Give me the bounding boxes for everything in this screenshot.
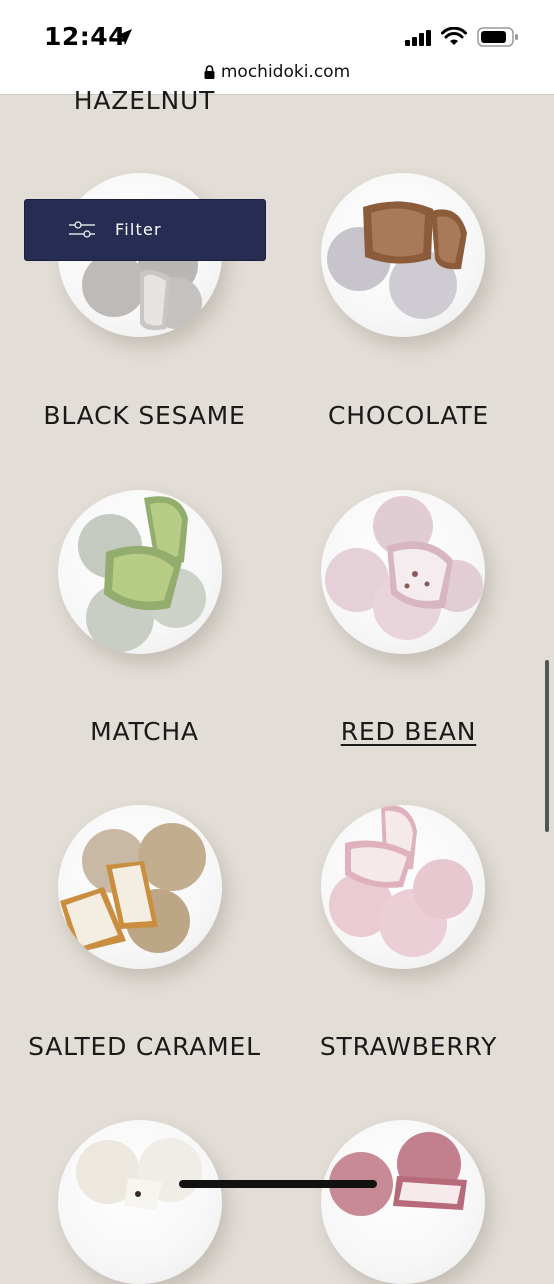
product-image-matcha[interactable] xyxy=(58,490,222,654)
product-name-red-bean[interactable]: RED BEAN xyxy=(270,717,547,746)
page-scrollbar[interactable] xyxy=(545,660,549,832)
product-name-black-sesame[interactable]: BLACK SESAME xyxy=(6,401,283,430)
filter-sliders-icon xyxy=(69,221,95,238)
product-image-salted-caramel[interactable] xyxy=(58,805,222,969)
product-image-partial-right[interactable] xyxy=(321,1120,485,1284)
product-name-hazelnut[interactable]: HAZELNUT xyxy=(6,86,283,115)
browser-top-bar: 12:44 mochidoki.com xyxy=(0,0,554,95)
product-name-chocolate[interactable]: CHOCOLATE xyxy=(270,401,547,430)
product-name-salted-caramel[interactable]: SALTED CARAMEL xyxy=(6,1032,283,1061)
filter-button[interactable]: Filter xyxy=(24,199,266,261)
product-image-red-bean[interactable] xyxy=(321,490,485,654)
battery-icon xyxy=(477,27,518,47)
product-image-strawberry[interactable] xyxy=(321,805,485,969)
filter-button-label: Filter xyxy=(115,220,162,239)
wifi-icon xyxy=(441,27,467,45)
cellular-signal-icon xyxy=(405,30,431,46)
location-arrow-icon xyxy=(116,29,132,45)
lock-icon xyxy=(204,65,215,79)
home-indicator[interactable] xyxy=(179,1180,377,1188)
url-text: mochidoki.com xyxy=(220,62,351,82)
product-image-partial-left[interactable] xyxy=(58,1120,222,1284)
address-bar[interactable]: mochidoki.com xyxy=(0,60,554,84)
product-name-matcha[interactable]: MATCHA xyxy=(6,717,283,746)
product-image-chocolate[interactable] xyxy=(321,173,485,337)
product-name-strawberry[interactable]: STRAWBERRY xyxy=(270,1032,547,1061)
